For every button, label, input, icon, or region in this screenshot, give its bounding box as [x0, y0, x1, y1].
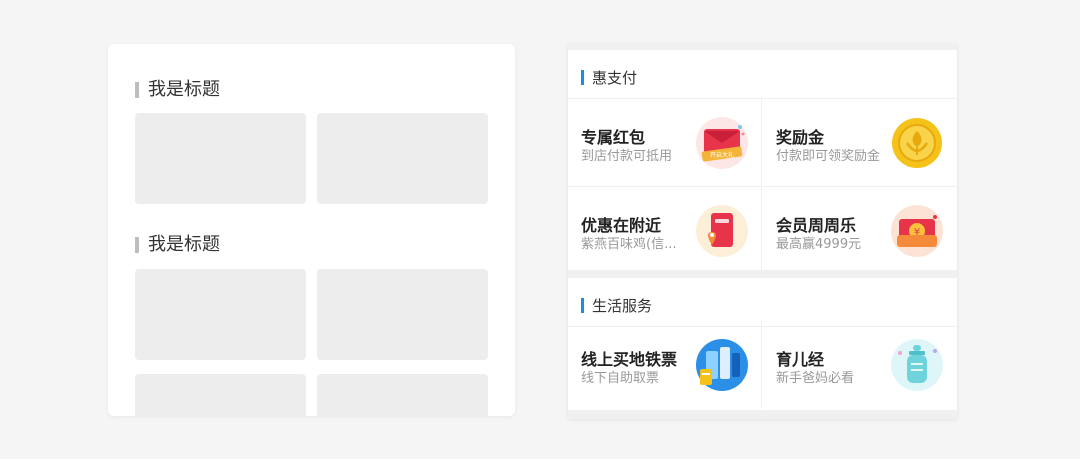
section-accent-bar: [581, 298, 584, 313]
section-header: 惠支付: [568, 50, 957, 99]
title-marker: [135, 237, 139, 253]
icon-badge-text: 开启大礼: [710, 151, 734, 159]
tile-desc: 新手爸妈必看: [776, 371, 855, 386]
section-hui-pay: 惠支付 专属红包 到店付款可抵用 开启大礼 奖励金 付款即可领奖励金 优惠在附近…: [568, 50, 957, 275]
baby-bottle-icon: [891, 339, 943, 391]
tile-desc: 付款即可领奖励金: [776, 149, 881, 164]
section-header: 生活服务: [568, 278, 957, 327]
placeholder-block: [135, 374, 306, 416]
tile-desc: 到店付款可抵用: [581, 149, 673, 164]
app-screen: 惠支付 专属红包 到店付款可抵用 开启大礼 奖励金 付款即可领奖励金 优惠在附近…: [568, 44, 957, 419]
title-marker: [135, 82, 139, 98]
tile-exclusive-red-packet[interactable]: 专属红包 到店付款可抵用 开启大礼: [568, 99, 762, 187]
wireframe-card: 我是标题 我是标题: [108, 44, 515, 416]
tile-member-weekly[interactable]: 会员周周乐 最高赢4999元 ¥: [763, 187, 957, 275]
subway-ticket-icon: [696, 339, 748, 391]
tile-parenting[interactable]: 育儿经 新手爸妈必看: [763, 321, 957, 409]
tile-desc: 紫燕百味鸡(信...: [581, 237, 677, 252]
section-accent-bar: [581, 70, 584, 85]
section-title: 惠支付: [592, 69, 638, 87]
wireframe-title-text: 我是标题: [148, 79, 220, 100]
tile-reward-gold[interactable]: 奖励金 付款即可领奖励金: [763, 99, 957, 187]
gold-coin-icon: [892, 118, 942, 168]
section-life-services: 生活服务 线上买地铁票 线下自助取票 育儿经 新手爸妈必看: [568, 278, 957, 410]
placeholder-block: [135, 269, 306, 360]
lucky-envelope-icon: ¥: [891, 205, 943, 257]
tile-desc: 最高赢4999元: [776, 237, 862, 252]
red-envelope-icon: 开启大礼: [696, 117, 748, 169]
section-title: 生活服务: [592, 297, 653, 315]
tile-desc: 线下自助取票: [581, 371, 660, 386]
nearby-coupon-icon: [696, 205, 748, 257]
wireframe-title-text: 我是标题: [148, 234, 220, 255]
placeholder-block: [317, 269, 488, 360]
tile-nearby-offers[interactable]: 优惠在附近 紫燕百味鸡(信...: [568, 187, 762, 275]
tile-subway-ticket[interactable]: 线上买地铁票 线下自助取票: [568, 321, 762, 409]
placeholder-block: [317, 374, 488, 416]
placeholder-block: [135, 113, 306, 204]
placeholder-block: [317, 113, 488, 204]
